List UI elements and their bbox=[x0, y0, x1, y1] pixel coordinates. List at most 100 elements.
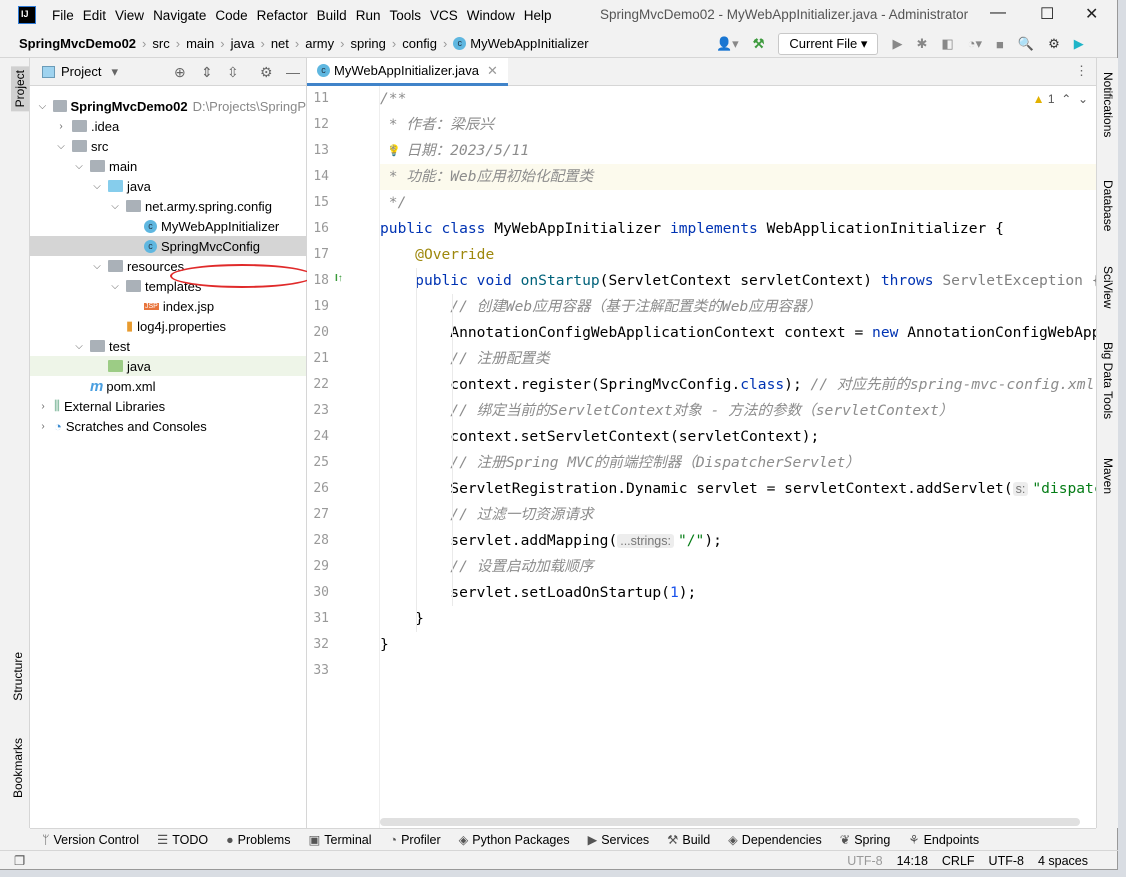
tree-item[interactable]: › .idea bbox=[30, 116, 306, 136]
breadcrumb-item[interactable]: src bbox=[152, 36, 169, 51]
status-indent[interactable]: 4 spaces bbox=[1038, 854, 1088, 868]
build-hammer-icon[interactable]: ⚒ bbox=[753, 36, 765, 52]
chevron-down-icon[interactable]: ⌵ bbox=[108, 281, 122, 292]
chevron-right-icon[interactable]: › bbox=[36, 421, 50, 432]
stripe-bookmarks[interactable]: Bookmarks bbox=[11, 738, 25, 798]
chevron-right-icon[interactable]: › bbox=[54, 121, 68, 132]
code-line[interactable]: ServletRegistration.Dynamic servlet = se… bbox=[380, 476, 1096, 502]
chevron-right-icon[interactable]: › bbox=[36, 401, 50, 412]
code-line[interactable]: context.setServletContext(servletContext… bbox=[380, 424, 1096, 450]
status-caret-position[interactable]: 14:18 bbox=[897, 854, 928, 868]
coverage-icon[interactable]: ◧ bbox=[941, 36, 953, 52]
tool-window-terminal[interactable]: ▣ Terminal bbox=[308, 832, 371, 847]
chevron-down-icon[interactable]: ⌵ bbox=[90, 261, 104, 272]
code-line[interactable]: // 注册Spring MVC的前端控制器（DispatcherServlet） bbox=[380, 450, 1096, 476]
inspection-widget[interactable]: ▲ 1 ⌃ ⌄ bbox=[1033, 92, 1088, 106]
stripe-structure[interactable]: Structure bbox=[11, 652, 25, 701]
user-icon[interactable]: 👤▾ bbox=[716, 36, 739, 52]
chevron-down-icon[interactable]: ⌵ bbox=[54, 141, 68, 152]
code-line[interactable]: // 过滤一切资源请求 bbox=[380, 502, 1096, 528]
menu-vcs[interactable]: VCS bbox=[430, 8, 458, 23]
menu-refactor[interactable]: Refactor bbox=[257, 8, 308, 23]
debug-icon[interactable]: ✱ bbox=[916, 36, 927, 52]
tree-item[interactable]: › ⫼ External Libraries bbox=[30, 396, 306, 416]
chevron-down-icon[interactable]: ⌵ bbox=[72, 161, 86, 172]
tree-item[interactable]: ⌵ main bbox=[30, 156, 306, 176]
breadcrumb-item[interactable]: main bbox=[186, 36, 214, 51]
menu-code[interactable]: Code bbox=[215, 8, 247, 23]
code-line[interactable]: // 绑定当前的ServletContext对象 - 方法的参数（servlet… bbox=[380, 398, 1096, 424]
tool-window-spring[interactable]: ❦ Spring bbox=[840, 832, 891, 847]
tree-item[interactable]: java bbox=[30, 356, 306, 376]
code-line[interactable]: AnnotationConfigWebApplicationContext co… bbox=[380, 320, 1096, 346]
tool-window-todo[interactable]: ☰ TODO bbox=[157, 832, 208, 847]
code-line[interactable]: context.register(SpringMvcConfig.class);… bbox=[380, 372, 1096, 398]
breadcrumb-item[interactable]: MyWebAppInitializer bbox=[470, 36, 588, 51]
breadcrumb-item[interactable]: army bbox=[305, 36, 334, 51]
menu-view[interactable]: View bbox=[115, 8, 144, 23]
menu-navigate[interactable]: Navigate bbox=[153, 8, 206, 23]
stripe-project[interactable]: Project bbox=[11, 66, 29, 112]
toolbox-icon[interactable]: ▶ bbox=[1074, 36, 1084, 52]
stop-icon[interactable]: ■ bbox=[996, 37, 1004, 52]
menu-help[interactable]: Help bbox=[524, 8, 552, 23]
run-icon[interactable]: ▶ bbox=[892, 36, 902, 52]
tool-window-services[interactable]: ▶ Services bbox=[588, 832, 650, 847]
tree-item[interactable]: ⌵ src bbox=[30, 136, 306, 156]
settings-gear-icon[interactable]: ⚙ bbox=[1048, 36, 1060, 52]
stripe-big-data-tools[interactable]: Big Data Tools bbox=[1101, 342, 1115, 419]
menu-file[interactable]: File bbox=[52, 8, 74, 23]
chevron-down-icon[interactable]: ⌵ bbox=[72, 341, 86, 352]
hide-panel-icon[interactable]: — bbox=[286, 64, 300, 80]
tool-window-endpoints[interactable]: ⚘ Endpoints bbox=[908, 832, 979, 847]
chevron-down-icon[interactable]: ⌵ bbox=[90, 181, 104, 192]
status-line-separator[interactable]: CRLF bbox=[942, 854, 975, 868]
stripe-database[interactable]: Database bbox=[1101, 180, 1115, 231]
code-line[interactable]: servlet.setLoadOnStartup(1); bbox=[380, 580, 1096, 606]
breadcrumb-item[interactable]: java bbox=[231, 36, 255, 51]
menu-tools[interactable]: Tools bbox=[389, 8, 421, 23]
code-line[interactable]: * 功能：Web应用初始化配置类 bbox=[380, 164, 1096, 190]
code-line[interactable] bbox=[380, 658, 1096, 684]
stripe-maven[interactable]: Maven bbox=[1101, 458, 1115, 494]
breadcrumb-item[interactable]: SpringMvcDemo02 bbox=[19, 36, 136, 51]
tab-close-icon[interactable]: ✕ bbox=[487, 63, 498, 79]
stripe-sciview[interactable]: SciView bbox=[1101, 266, 1115, 308]
code-line[interactable]: */ bbox=[380, 190, 1096, 216]
breadcrumb-item[interactable]: spring bbox=[350, 36, 385, 51]
tree-item[interactable]: ⌵ test bbox=[30, 336, 306, 356]
code-line[interactable]: public class MyWebAppInitializer impleme… bbox=[380, 216, 1096, 242]
chevron-down-icon[interactable]: ⌵ bbox=[108, 201, 122, 212]
project-view-select[interactable]: Project bbox=[61, 64, 101, 79]
tree-item[interactable]: ⌵ java bbox=[30, 176, 306, 196]
code-line[interactable]: * 作者：梁辰兴 bbox=[380, 112, 1096, 138]
code-line[interactable]: * 日期：2023/5/11 bbox=[380, 138, 1096, 164]
expand-all-icon[interactable]: ⇕ bbox=[201, 64, 213, 81]
tool-window-build[interactable]: ⚒ Build bbox=[667, 832, 710, 847]
options-gear-icon[interactable]: ⚙ bbox=[260, 64, 273, 81]
breadcrumb-item[interactable]: config bbox=[402, 36, 437, 51]
chevron-down-icon[interactable]: ⌵ bbox=[36, 101, 49, 112]
tool-window-profiler[interactable]: ◔ Profiler bbox=[390, 833, 441, 847]
tree-item[interactable]: › ◔ Scratches and Consoles bbox=[30, 416, 306, 436]
menu-build[interactable]: Build bbox=[317, 8, 347, 23]
tree-item[interactable]: ⌵ net.army.spring.config bbox=[30, 196, 306, 216]
status-encoding[interactable]: UTF-8 bbox=[989, 854, 1024, 868]
code-line[interactable]: // 创建Web应用容器（基于注解配置类的Web应用容器） bbox=[380, 294, 1096, 320]
tool-window-python-packages[interactable]: ◈ Python Packages bbox=[459, 832, 570, 847]
code-line[interactable]: } bbox=[380, 632, 1096, 658]
more-tabs-icon[interactable]: ⋮ bbox=[1075, 63, 1088, 79]
code-area[interactable]: /** * 作者：梁辰兴 * 日期：2023/5/11 * 功能：Web应用初始… bbox=[380, 86, 1096, 806]
code-line[interactable]: public void onStartup(ServletContext ser… bbox=[380, 268, 1096, 294]
tree-item[interactable]: c SpringMvcConfig bbox=[30, 236, 306, 256]
menu-window[interactable]: Window bbox=[467, 8, 515, 23]
tool-window-problems[interactable]: ● Problems bbox=[226, 833, 290, 847]
run-config-select[interactable]: Current File ▾ bbox=[778, 33, 879, 55]
stripe-notifications[interactable]: Notifications bbox=[1101, 72, 1115, 137]
menu-run[interactable]: Run bbox=[356, 8, 381, 23]
implements-marker-icon[interactable]: I↑ bbox=[335, 273, 343, 284]
tree-item[interactable]: ▮ log4j.properties bbox=[30, 316, 306, 336]
toggle-tool-windows-icon[interactable]: ❐ bbox=[14, 853, 25, 868]
code-line[interactable]: } bbox=[380, 606, 1096, 632]
close-button[interactable]: ✕ bbox=[1085, 4, 1098, 24]
